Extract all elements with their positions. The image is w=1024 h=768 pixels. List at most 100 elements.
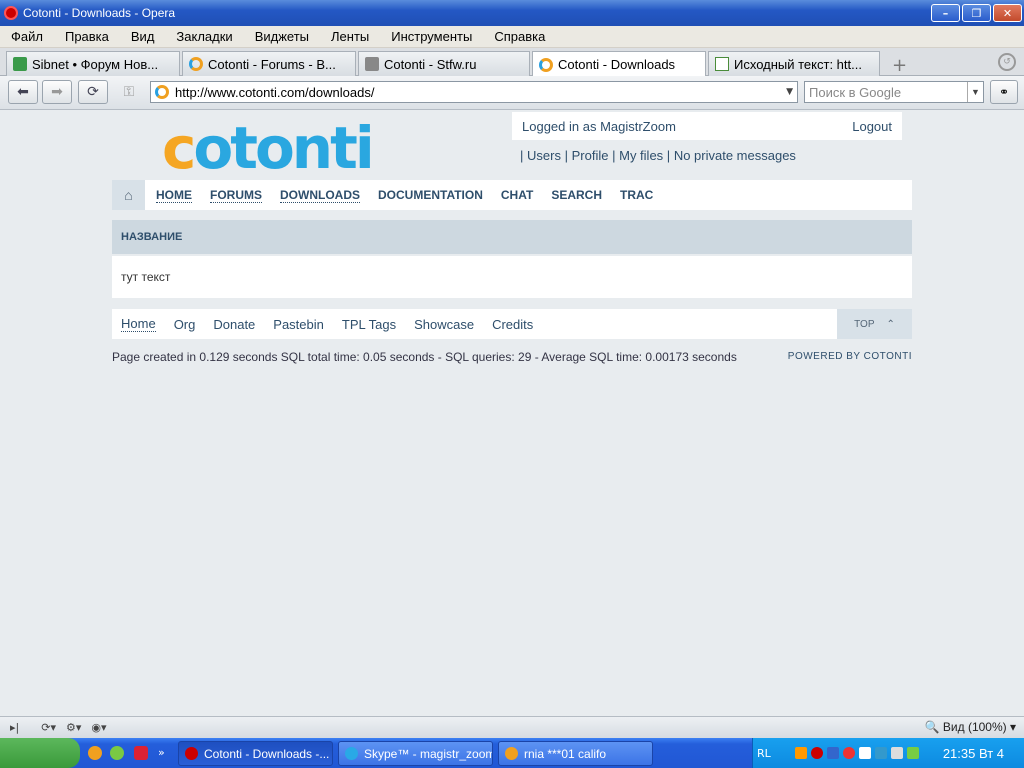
top-button[interactable]: TOP ⌃	[837, 309, 912, 339]
closed-tabs-icon[interactable]: ↺	[998, 53, 1016, 71]
chevron-up-icon: ⌃	[886, 318, 895, 330]
footer-showcase[interactable]: Showcase	[414, 317, 474, 332]
footer-org[interactable]: Org	[174, 317, 196, 332]
system-tray: RL 21:35 Вт 4	[752, 738, 1024, 768]
sync-icon[interactable]: ⟳▾	[41, 721, 56, 734]
footer-nav: Home Org Donate Pastebin TPL Tags Showca…	[112, 309, 912, 339]
opera-icon[interactable]	[810, 747, 823, 759]
powered-by-link[interactable]: POWERED BY COTONTI	[788, 351, 912, 362]
task-app[interactable]: rnia ***01 califo	[498, 741, 653, 766]
title-bar: Cotonti - Downloads - Opera – ❐ ✕	[0, 0, 1024, 26]
url-field[interactable]: http://www.cotonti.com/downloads/ ▼	[150, 81, 798, 103]
search-placeholder: Поиск в Google	[809, 84, 902, 100]
task-opera[interactable]: Cotonti - Downloads -...	[178, 741, 333, 766]
nav-trac[interactable]: TRAC	[620, 188, 653, 202]
separator: |	[520, 148, 524, 163]
quicklaunch-icon[interactable]	[134, 746, 148, 760]
app-icon	[505, 747, 518, 760]
more-icon[interactable]: »	[158, 746, 172, 760]
cotonti-icon	[539, 57, 553, 72]
tab-source[interactable]: Исходный текст: htt...	[708, 51, 880, 76]
tray-icon[interactable]	[794, 747, 807, 759]
footer-donate[interactable]: Donate	[213, 317, 255, 332]
menu-tools[interactable]: Инструменты	[380, 29, 483, 44]
cotonti-logo[interactable]: cotonti	[162, 118, 375, 178]
start-button[interactable]	[0, 738, 80, 768]
tray-icon[interactable]	[826, 747, 839, 759]
tab-label: Cotonti - Downloads	[558, 57, 676, 72]
users-link[interactable]: Users	[527, 148, 561, 163]
reload-button[interactable]: ⟳	[78, 80, 108, 104]
tab-label: Cotonti - Stfw.ru	[384, 56, 477, 72]
turbo-icon[interactable]: ◉▾	[91, 721, 106, 734]
menu-feeds[interactable]: Ленты	[320, 29, 380, 44]
tab-sibnet[interactable]: Sibnet • Форум Нов...	[6, 51, 180, 76]
wand-icon[interactable]: ⚿	[114, 80, 144, 104]
network-icon[interactable]	[906, 747, 919, 759]
new-tab-icon[interactable]: +	[892, 55, 907, 76]
opera-icon	[4, 6, 18, 20]
top-label: TOP	[854, 318, 875, 330]
task-label: Skype™ - magistr_zoom	[364, 746, 493, 761]
tab-stfw[interactable]: Cotonti - Stfw.ru	[358, 51, 530, 76]
separator: |	[564, 148, 568, 163]
user-links: | Users | Profile | My files | No privat…	[520, 148, 796, 163]
nav-downloads[interactable]: DOWNLOADS	[280, 188, 360, 203]
chevron-down-icon[interactable]: ▼	[967, 82, 983, 102]
volume-icon[interactable]	[890, 747, 903, 759]
tab-cotonti-downloads[interactable]: Cotonti - Downloads	[532, 51, 706, 77]
nav-search[interactable]: SEARCH	[551, 188, 602, 202]
tab-cotonti-forums[interactable]: Cotonti - Forums - B...	[182, 51, 356, 76]
back-button[interactable]: ⬅	[8, 80, 38, 104]
unite-icon[interactable]: ⚙▾	[66, 721, 81, 734]
menu-edit[interactable]: Правка	[54, 29, 120, 44]
close-button[interactable]: ✕	[993, 4, 1022, 22]
icq-icon[interactable]	[110, 746, 124, 760]
content-text: тут текст	[112, 256, 912, 298]
logged-in-text: Logged in as MagistrZoom	[522, 118, 676, 134]
minimize-button[interactable]: –	[931, 4, 960, 22]
task-skype[interactable]: Skype™ - magistr_zoom	[338, 741, 493, 766]
footer-home[interactable]: Home	[121, 316, 156, 332]
menu-bookmarks[interactable]: Закладки	[165, 29, 243, 44]
url-text: http://www.cotonti.com/downloads/	[175, 84, 375, 100]
messages-link[interactable]: No private messages	[674, 148, 796, 163]
nav-home[interactable]: HOME	[156, 188, 192, 203]
tab-bar: Sibnet • Форум Нов... Cotonti - Forums -…	[0, 48, 1024, 77]
chevron-down-icon[interactable]: ▼	[786, 87, 793, 97]
zoom-control[interactable]: 🔍 Вид (100%) ▾	[925, 720, 1016, 734]
footer-tpl-tags[interactable]: TPL Tags	[342, 317, 396, 332]
nav-forums[interactable]: FORUMS	[210, 188, 262, 203]
tray-icon[interactable]	[842, 747, 855, 759]
user-box: Logged in as MagistrZoom Logout	[512, 112, 902, 140]
menu-widgets[interactable]: Виджеты	[244, 29, 320, 44]
profile-link[interactable]: Profile	[572, 148, 609, 163]
nav-documentation[interactable]: DOCUMENTATION	[378, 188, 483, 202]
panel-toggle-icon[interactable]: ▸|	[10, 721, 19, 734]
restore-button[interactable]: ❐	[962, 4, 991, 22]
tray-icon[interactable]	[874, 747, 887, 759]
quicklaunch-icon[interactable]	[88, 746, 102, 760]
status-bar: ▸| ⟳▾ ⚙▾ ◉▾ 🔍 Вид (100%) ▾	[0, 716, 1024, 738]
forward-button[interactable]: ➡	[42, 80, 72, 104]
my-files-link[interactable]: My files	[619, 148, 663, 163]
clock: 21:35 Вт 4	[942, 746, 1004, 761]
menu-view[interactable]: Вид	[120, 29, 166, 44]
binoculars-icon[interactable]: ⚭	[990, 80, 1018, 104]
task-label: rnia ***01 califo	[524, 746, 607, 761]
language-indicator[interactable]: RL	[757, 747, 771, 760]
zoom-label: Вид (100%)	[942, 720, 1007, 734]
tray-icon[interactable]	[858, 747, 871, 759]
menu-help[interactable]: Справка	[483, 29, 556, 44]
taskbar: » Cotonti - Downloads -... Skype™ - magi…	[0, 738, 1024, 768]
home-icon[interactable]: ⌂	[112, 180, 145, 210]
tab-label: Исходный текст: htt...	[734, 56, 862, 72]
logout-link[interactable]: Logout	[852, 119, 892, 134]
nav-chat[interactable]: CHAT	[501, 188, 533, 202]
skype-icon	[345, 747, 358, 760]
menu-file[interactable]: Файл	[0, 29, 54, 44]
cotonti-icon	[189, 57, 203, 71]
search-input[interactable]: Поиск в Google ▼	[804, 81, 984, 103]
footer-pastebin[interactable]: Pastebin	[273, 317, 324, 332]
footer-credits[interactable]: Credits	[492, 317, 533, 332]
